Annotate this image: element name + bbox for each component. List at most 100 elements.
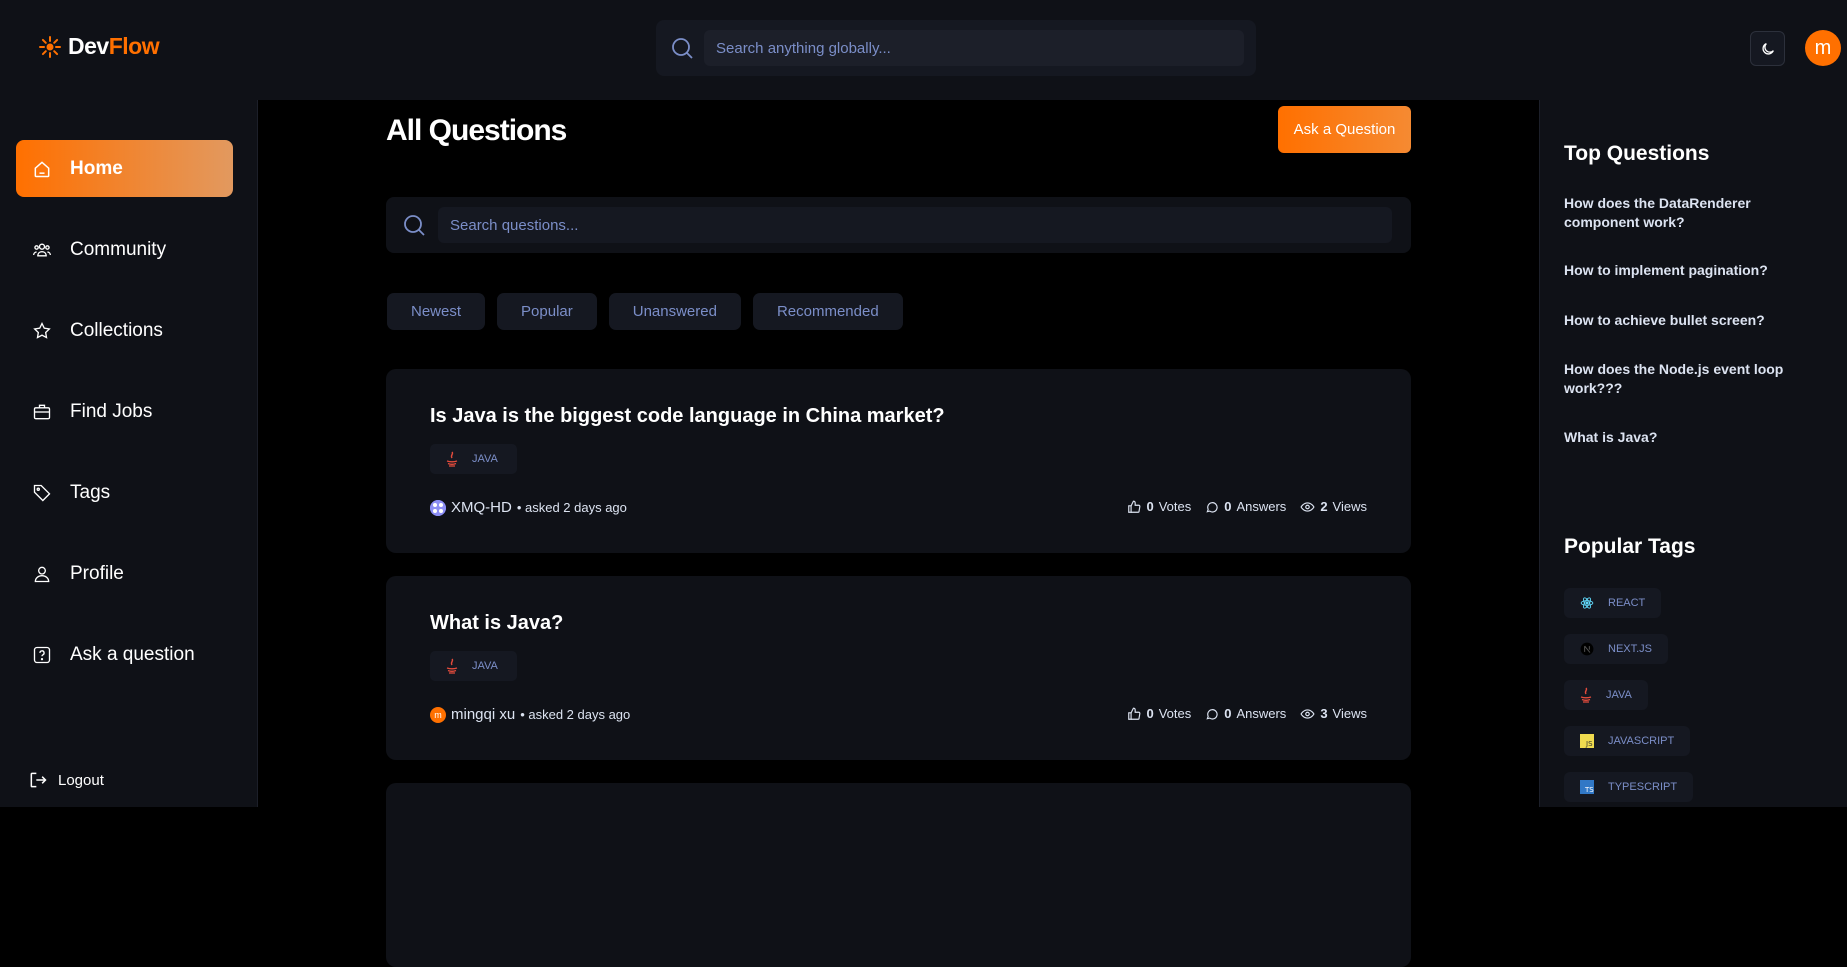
global-search — [656, 20, 1256, 76]
javascript-icon: JS — [1580, 734, 1594, 748]
logout-icon — [30, 772, 47, 788]
sidebar-item-profile[interactable]: Profile — [16, 545, 233, 602]
views-count: 3 — [1320, 706, 1328, 721]
logout-button[interactable]: Logout — [28, 770, 104, 790]
popular-tag[interactable]: TS TYPESCRIPT — [1564, 772, 1694, 802]
tag-label: NEXT.JS — [1608, 643, 1653, 655]
left-sidebar: Home Community Collections Find Jobs Tag… — [0, 100, 258, 807]
typescript-icon: TS — [1580, 780, 1594, 794]
popular-tags-title: Popular Tags — [1564, 535, 1696, 558]
global-search-input[interactable] — [704, 30, 1244, 66]
user-icon — [34, 566, 50, 582]
filter-popular[interactable]: Popular — [497, 293, 597, 330]
top-question-link[interactable]: How does the Node.js event loop work??? — [1564, 360, 1804, 398]
star-icon — [33, 321, 51, 339]
question-search — [386, 197, 1411, 253]
svg-text:TS: TS — [1584, 786, 1594, 794]
sidebar-item-ask-question[interactable]: Ask a question — [16, 626, 233, 683]
thumbs-up-icon — [1128, 707, 1141, 720]
sidebar-item-label: Tags — [70, 481, 111, 503]
question-meta: m mingqi xu • asked 2 days ago — [430, 706, 630, 723]
popular-tag[interactable]: JAVA — [1564, 680, 1648, 710]
sidebar-item-find-jobs[interactable]: Find Jobs — [16, 383, 233, 440]
tag-label: JAVASCRIPT — [1608, 735, 1675, 747]
page-title: All Questions — [386, 114, 567, 147]
votes-stat: 0 Votes — [1127, 706, 1191, 721]
views-label: Views — [1332, 706, 1367, 721]
tag-icon — [33, 484, 51, 501]
question-meta: XMQ-HD • asked 2 days ago — [430, 499, 627, 516]
question-tag[interactable]: JAVA — [430, 651, 517, 681]
top-question-link[interactable]: What is Java? — [1564, 428, 1804, 447]
answers-label: Answers — [1236, 706, 1287, 721]
top-question-link[interactable]: How to implement pagination? — [1564, 261, 1804, 280]
question-title[interactable]: Is Java is the biggest code language in … — [430, 405, 945, 428]
views-count: 2 — [1320, 499, 1328, 514]
java-icon — [1580, 687, 1592, 703]
popular-tag[interactable]: JS JAVASCRIPT — [1564, 726, 1691, 756]
answers-label: Answers — [1236, 499, 1287, 514]
java-icon — [446, 658, 458, 674]
question-title[interactable]: What is Java? — [430, 612, 563, 635]
java-icon — [446, 451, 458, 467]
author-avatar-image — [430, 499, 446, 516]
sidebar-item-label: Profile — [70, 562, 124, 584]
question-card — [386, 783, 1411, 967]
question-card: What is Java? JAVA m mingqi xu • asked 2… — [386, 576, 1411, 760]
popular-tag[interactable]: REACT — [1564, 588, 1662, 618]
user-avatar[interactable]: m — [1805, 30, 1841, 66]
question-icon — [33, 646, 51, 663]
question-search-input[interactable] — [438, 207, 1392, 243]
sidebar-item-home[interactable]: Home — [16, 140, 233, 197]
message-icon — [1206, 708, 1218, 720]
top-question-link[interactable]: How does the DataRenderer component work… — [1564, 194, 1804, 232]
sidebar-item-community[interactable]: Community — [16, 221, 233, 278]
asked-time: • asked 2 days ago — [520, 707, 631, 722]
search-icon — [404, 215, 425, 236]
sidebar-item-tags[interactable]: Tags — [16, 464, 233, 521]
sidebar-item-collections[interactable]: Collections — [16, 302, 233, 359]
filter-recommended[interactable]: Recommended — [752, 293, 903, 330]
main-content: All Questions Ask a Question Newest Popu… — [258, 100, 1539, 967]
theme-toggle-button[interactable] — [1750, 31, 1785, 66]
tag-label: JAVA — [1606, 689, 1632, 701]
right-sidebar: Top Questions How does the DataRenderer … — [1539, 100, 1847, 807]
author-name[interactable]: XMQ-HD — [451, 499, 512, 516]
top-question-link[interactable]: How to achieve bullet screen? — [1564, 311, 1804, 330]
question-tag[interactable]: JAVA — [430, 444, 517, 474]
author-avatar[interactable]: m — [430, 706, 446, 723]
tag-label: TYPESCRIPT — [1608, 781, 1678, 793]
filter-tabs: Newest Popular Unanswered Recommended — [387, 293, 903, 330]
asked-time: • asked 2 days ago — [516, 500, 627, 515]
sidebar-item-label: Home — [70, 157, 123, 179]
logo[interactable]: DevFlow — [38, 33, 160, 60]
votes-label: Votes — [1158, 706, 1192, 721]
filter-newest[interactable]: Newest — [387, 293, 486, 330]
briefcase-icon — [33, 404, 51, 419]
votes-label: Votes — [1158, 499, 1192, 514]
question-stats: 0 Votes 0 Answers 2 Views — [1127, 499, 1367, 514]
question-card: Is Java is the biggest code language in … — [386, 369, 1411, 553]
filter-unanswered[interactable]: Unanswered — [608, 293, 741, 330]
eye-icon — [1300, 708, 1315, 719]
question-stats: 0 Votes 0 Answers 3 Views — [1127, 706, 1367, 721]
thumbs-up-icon — [1128, 500, 1141, 513]
search-icon — [672, 38, 693, 59]
author-avatar[interactable] — [430, 499, 446, 516]
svg-text:JS: JS — [1585, 740, 1593, 748]
views-stat: 2 Views — [1300, 499, 1367, 514]
author-name[interactable]: mingqi xu — [451, 706, 515, 723]
votes-stat: 0 Votes — [1127, 499, 1191, 514]
ask-question-button[interactable]: Ask a Question — [1278, 106, 1411, 153]
answers-count: 0 — [1224, 706, 1232, 721]
react-icon — [1580, 597, 1594, 609]
popular-tag[interactable]: NEXT.JS — [1564, 634, 1669, 664]
votes-count: 0 — [1146, 706, 1154, 721]
home-icon — [34, 160, 50, 177]
eye-icon — [1300, 501, 1315, 512]
views-label: Views — [1332, 499, 1367, 514]
top-questions-title: Top Questions — [1564, 142, 1710, 165]
users-icon — [33, 243, 51, 256]
logo-text: DevFlow — [68, 33, 160, 59]
answers-stat: 0 Answers — [1205, 499, 1286, 514]
